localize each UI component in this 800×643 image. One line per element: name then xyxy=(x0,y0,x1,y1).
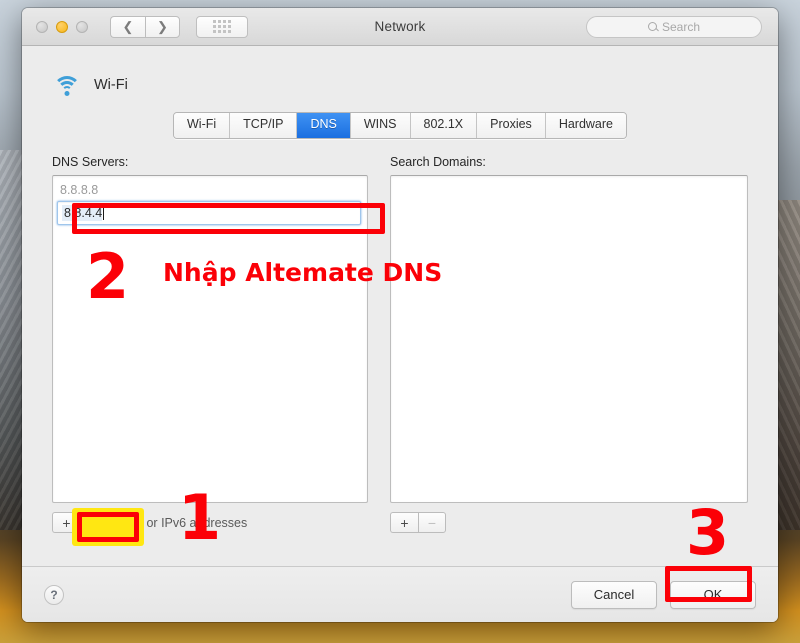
search-domains-add-remove-group: + − xyxy=(390,512,446,534)
traffic-light-group xyxy=(36,20,88,33)
dns-servers-column: DNS Servers: 8.8.8.8 8.8.4.4 + − xyxy=(52,155,368,534)
service-name: Wi-Fi xyxy=(94,77,128,93)
dialog-buttons: Cancel OK xyxy=(571,580,756,609)
tab-wifi[interactable]: Wi-Fi xyxy=(174,113,231,138)
tab-bar: Wi-Fi TCP/IP DNS WINS 802.1X Proxies Har… xyxy=(44,112,756,139)
dns-panel: DNS Servers: 8.8.8.8 8.8.4.4 + − xyxy=(44,155,756,534)
step2-number: 2 xyxy=(86,240,130,313)
step1-number: 1 xyxy=(178,481,222,554)
close-button-icon[interactable] xyxy=(36,20,48,33)
minimize-button-icon[interactable] xyxy=(56,20,68,33)
window-titlebar: ❮ ❯ Network Search xyxy=(22,8,778,46)
cancel-button[interactable]: Cancel xyxy=(571,580,657,609)
tab-proxies[interactable]: Proxies xyxy=(477,113,546,138)
step3-number: 3 xyxy=(686,496,730,569)
dialog-footer: ? Cancel OK xyxy=(22,566,778,622)
tab-tcpip[interactable]: TCP/IP xyxy=(230,113,298,138)
service-header: Wi-Fi xyxy=(52,68,756,102)
navigation-buttons: ❮ ❯ xyxy=(110,15,180,38)
search-domains-column: Search Domains: + − xyxy=(390,155,748,534)
tab-8021x[interactable]: 802.1X xyxy=(410,113,478,138)
tab-dns[interactable]: DNS xyxy=(297,113,351,138)
help-icon[interactable]: ? xyxy=(44,584,64,605)
dns-servers-list[interactable]: 8.8.8.8 8.8.4.4 xyxy=(52,174,368,503)
chevron-left-icon[interactable]: ❮ xyxy=(110,15,145,38)
search-input[interactable]: Search xyxy=(586,15,762,38)
grid-dots xyxy=(213,20,231,33)
desktop-background: ❮ ❯ Network Search Wi-Fi Wi-Fi TCP/IP DN… xyxy=(0,0,800,643)
plus-icon[interactable]: + xyxy=(390,512,418,534)
show-all-grid-icon[interactable] xyxy=(196,15,248,38)
minus-icon: − xyxy=(418,512,446,534)
dns-servers-label: DNS Servers: xyxy=(52,154,129,169)
dns-server-edit-field[interactable]: 8.8.4.4 xyxy=(57,200,361,225)
dns-server-edit-value: 8.8.4.4 xyxy=(62,204,103,221)
search-icon xyxy=(647,22,657,31)
search-domains-label: Search Domains: xyxy=(390,154,486,169)
tab-strip: Wi-Fi TCP/IP DNS WINS 802.1X Proxies Har… xyxy=(173,112,627,139)
list-item[interactable]: 8.8.8.8 xyxy=(53,180,367,200)
chevron-right-icon[interactable]: ❯ xyxy=(145,15,180,38)
wifi-icon xyxy=(52,74,82,96)
zoom-button-icon[interactable] xyxy=(76,20,88,33)
ok-button[interactable]: OK xyxy=(670,580,756,609)
search-domains-list[interactable] xyxy=(390,174,748,503)
tab-wins[interactable]: WINS xyxy=(350,113,411,138)
tab-hardware[interactable]: Hardware xyxy=(545,113,626,138)
step1-yellow-highlight xyxy=(72,508,144,546)
search-placeholder: Search xyxy=(661,19,701,34)
step2-caption: Nhập Altemate DNS xyxy=(163,258,443,287)
text-caret xyxy=(103,205,105,220)
